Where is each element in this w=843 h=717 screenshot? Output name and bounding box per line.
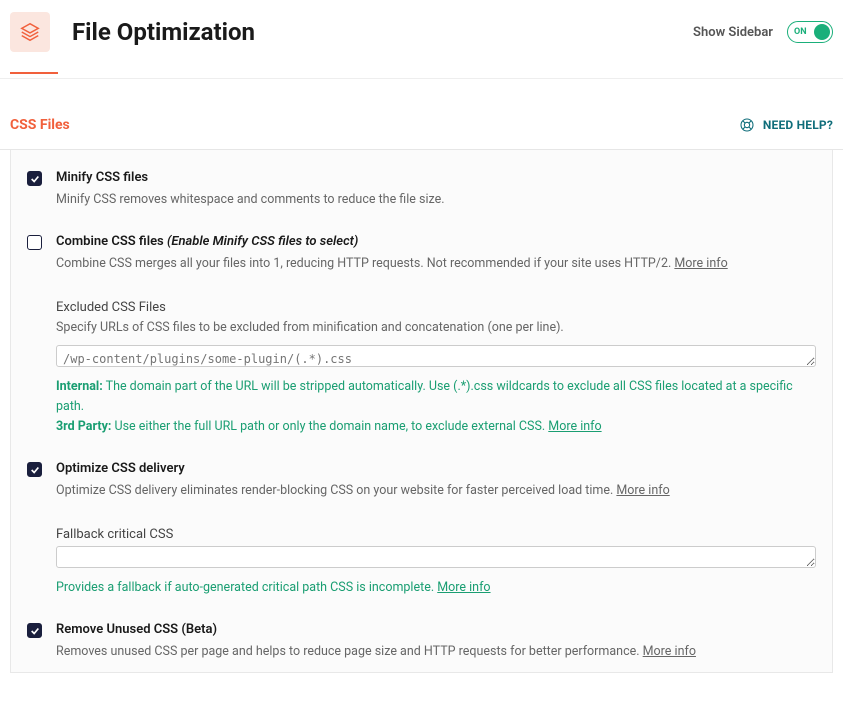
excluded-css-block: Excluded CSS Files Specify URLs of CSS f… xyxy=(56,300,816,438)
combine-more-info[interactable]: More info xyxy=(674,256,727,271)
settings-panel: Minify CSS files Minify CSS removes whit… xyxy=(10,150,833,673)
combine-label: Combine CSS files xyxy=(56,234,167,249)
fallback-label: Fallback critical CSS xyxy=(56,527,816,542)
fallback-css-block: Fallback critical CSS Provides a fallbac… xyxy=(56,527,816,598)
setting-optimize-css: Optimize CSS delivery Optimize CSS deliv… xyxy=(27,461,816,598)
fallback-note: Provides a fallback if auto-generated cr… xyxy=(56,578,816,598)
setting-remove-unused-css: Remove Unused CSS (Beta) Removes unused … xyxy=(27,622,816,662)
optimize-more-info[interactable]: More info xyxy=(616,483,669,498)
minify-label: Minify CSS files xyxy=(56,170,148,185)
sidebar-toggle-switch[interactable]: ON xyxy=(787,21,833,43)
setting-minify-css: Minify CSS files Minify CSS removes whit… xyxy=(27,170,816,210)
excluded-note: Internal: The domain part of the URL wil… xyxy=(56,377,816,437)
setting-combine-css: Combine CSS files (Enable Minify CSS fil… xyxy=(27,234,816,438)
checkmark-icon xyxy=(30,465,40,475)
switch-on-text: ON xyxy=(794,27,807,37)
need-help-text: NEED HELP? xyxy=(763,118,833,132)
checkbox-remove-unused-css[interactable] xyxy=(27,623,42,638)
optimize-label: Optimize CSS delivery xyxy=(56,461,185,476)
note-internal-text: The domain part of the URL will be strip… xyxy=(56,379,793,414)
checkmark-icon xyxy=(30,174,40,184)
checkbox-optimize-css[interactable] xyxy=(27,462,42,477)
note-3rd-text: Use either the full URL path or only the… xyxy=(111,419,548,434)
combine-desc: Combine CSS merges all your files into 1… xyxy=(56,255,816,274)
page-header: File Optimization Show Sidebar ON xyxy=(0,0,843,68)
need-help-link[interactable]: NEED HELP? xyxy=(739,117,833,133)
layers-icon xyxy=(19,21,41,43)
section-title: CSS Files xyxy=(10,117,70,133)
excluded-more-info[interactable]: More info xyxy=(548,419,601,434)
active-tab-indicator xyxy=(10,72,58,74)
checkmark-icon xyxy=(30,626,40,636)
optimize-desc: Optimize CSS delivery eliminates render-… xyxy=(56,482,816,501)
fallback-note-text: Provides a fallback if auto-generated cr… xyxy=(56,580,437,595)
remove-unused-label: Remove Unused CSS (Beta) xyxy=(56,622,217,637)
minify-desc: Minify CSS removes whitespace and commen… xyxy=(56,191,816,210)
excluded-css-textarea[interactable] xyxy=(56,345,816,367)
page-title: File Optimization xyxy=(72,18,693,46)
excluded-label: Excluded CSS Files xyxy=(56,300,816,315)
checkbox-combine-css[interactable] xyxy=(27,235,42,250)
note-3rd-label: 3rd Party: xyxy=(56,419,111,434)
note-internal-label: Internal: xyxy=(56,379,103,394)
excluded-desc: Specify URLs of CSS files to be excluded… xyxy=(56,319,816,338)
switch-knob xyxy=(814,24,830,40)
combine-hint: (Enable Minify CSS files to select) xyxy=(167,234,358,249)
section-header: CSS Files NEED HELP? xyxy=(0,79,843,150)
fallback-css-textarea[interactable] xyxy=(56,546,816,568)
app-icon xyxy=(10,12,50,52)
sidebar-toggle-group: Show Sidebar ON xyxy=(693,21,833,43)
lifebuoy-icon xyxy=(739,117,755,133)
remove-unused-desc: Removes unused CSS per page and helps to… xyxy=(56,643,816,662)
sidebar-toggle-label: Show Sidebar xyxy=(693,25,773,40)
checkbox-minify-css[interactable] xyxy=(27,171,42,186)
fallback-more-info[interactable]: More info xyxy=(437,580,490,595)
remove-unused-more-info[interactable]: More info xyxy=(643,644,696,659)
